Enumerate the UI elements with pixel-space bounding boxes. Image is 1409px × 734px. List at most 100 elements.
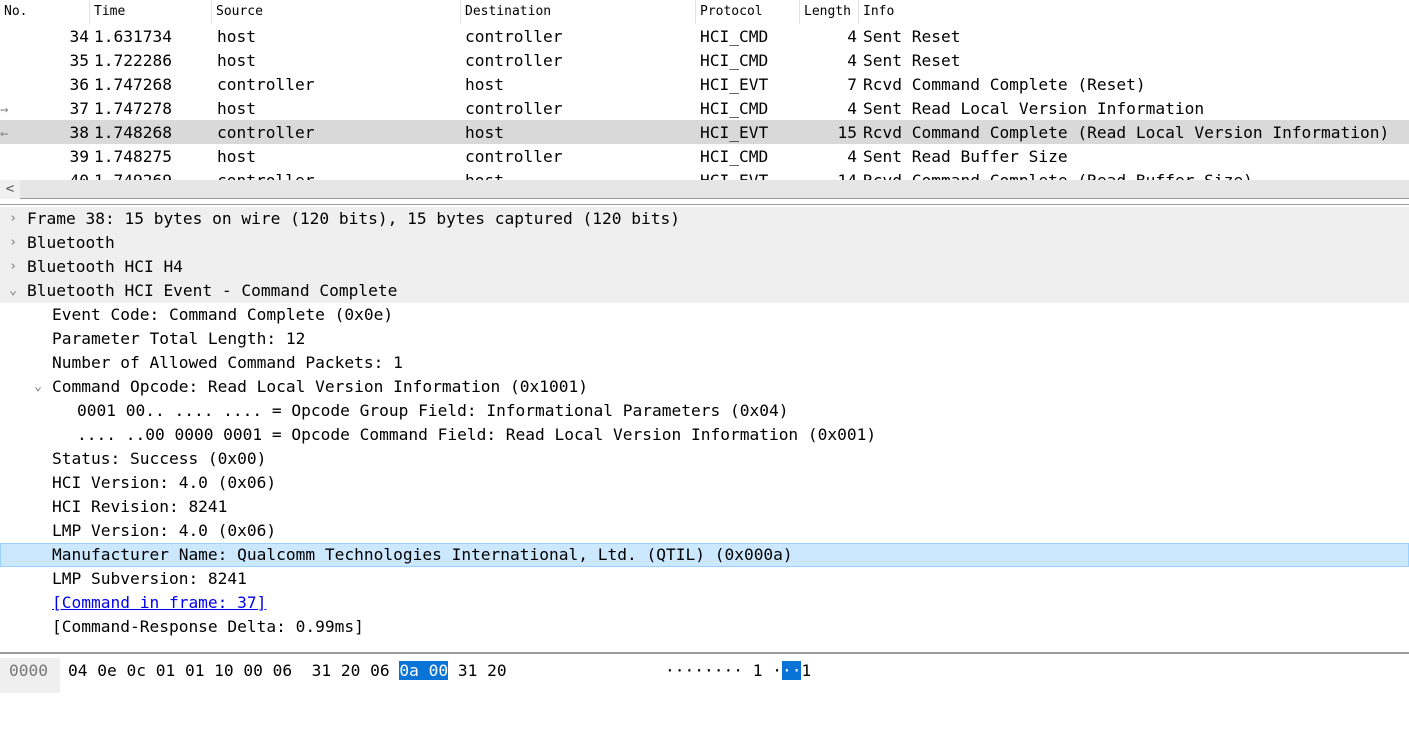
detail-text: Bluetooth [27, 233, 115, 252]
packet-row[interactable]: 36 1.747268 controller host HCI_EVT 7 Rcvd Com… [0, 72, 1409, 96]
collapse-chevron-icon[interactable]: ⌄ [5, 279, 21, 303]
cell-src: controller [217, 170, 315, 181]
detail-row[interactable]: › Bluetooth [0, 231, 1409, 255]
detail-row[interactable]: Parameter Total Length: 12 [0, 327, 1409, 351]
cell-dst: host [465, 122, 504, 142]
packet-row[interactable]: 34 1.631734 host controller HCI_CMD 4 Sent Res… [0, 24, 1409, 48]
hex-bytes-before: 04 0e 0c 01 01 10 00 06 31 20 06 [68, 661, 400, 680]
detail-row[interactable]: Status: Success (0x00) [0, 447, 1409, 471]
hex-ascii[interactable]: ········ 1 ···1 [665, 661, 811, 680]
column-header-info[interactable]: Info [859, 0, 1409, 24]
column-header-time[interactable]: Time [90, 0, 212, 24]
cell-info: Rcvd Command Complete (Read Buffer Size) [863, 170, 1253, 181]
cell-dst: host [465, 170, 504, 181]
detail-text: Number of Allowed Command Packets: 1 [52, 353, 403, 372]
cell-no: 40 [69, 170, 90, 181]
detail-text: Status: Success (0x00) [52, 449, 267, 468]
horizontal-scrollbar[interactable]: < [0, 180, 1409, 199]
cell-time: 1.722286 [94, 50, 172, 70]
detail-row[interactable]: ⌄ Bluetooth HCI Event - Command Complete [0, 279, 1409, 303]
cell-dst: host [465, 74, 504, 94]
cell-dst: controller [465, 50, 563, 70]
hex-bytes-after: 31 20 [448, 661, 507, 680]
detail-row[interactable]: › Frame 38: 15 bytes on wire (120 bits), … [0, 207, 1409, 231]
detail-text: LMP Version: 4.0 (0x06) [52, 521, 277, 540]
cell-len: 4 [847, 26, 857, 46]
cell-info: Sent Reset [863, 26, 961, 46]
detail-text: [Command-Response Delta: 0.99ms] [52, 617, 364, 636]
detail-row[interactable]: HCI Revision: 8241 [0, 495, 1409, 519]
cell-proto: HCI_CMD [700, 50, 769, 70]
cell-proto: HCI_EVT [700, 170, 769, 181]
detail-row[interactable]: [Command-Response Delta: 0.99ms] [0, 615, 1409, 639]
column-header-source[interactable]: Source [212, 0, 461, 24]
detail-row[interactable]: HCI Version: 4.0 (0x06) [0, 471, 1409, 495]
cell-no: 36 [69, 74, 90, 94]
detail-row[interactable]: Event Code: Command Complete (0x0e) [0, 303, 1409, 327]
detail-row[interactable]: [Command in frame: 37] [0, 591, 1409, 615]
frame-link[interactable]: [Command in frame: 37] [52, 591, 266, 615]
packet-details-tree: › Frame 38: 15 bytes on wire (120 bits), … [0, 207, 1409, 639]
packet-list: No. Time Source Destination Protocol Len… [0, 0, 1409, 180]
detail-text: Manufacturer Name: Qualcomm Technologies… [52, 545, 793, 564]
detail-text: .... ..00 0000 0001 = Opcode Command Fie… [77, 425, 877, 444]
pane-splitter[interactable] [0, 204, 1409, 205]
cell-src: host [217, 50, 256, 70]
detail-row[interactable]: Number of Allowed Command Packets: 1 [0, 351, 1409, 375]
request-arrow-icon: → [0, 102, 9, 118]
packet-row[interactable]: → 37 1.747278 host controller HCI_CMD 4 Sent Re… [0, 96, 1409, 120]
cell-time: 1.631734 [94, 26, 172, 46]
packet-list-header: No. Time Source Destination Protocol Len… [0, 0, 1409, 24]
detail-row[interactable]: 0001 00.. .... .... = Opcode Group Field… [0, 399, 1409, 423]
detail-row[interactable]: LMP Version: 4.0 (0x06) [0, 519, 1409, 543]
detail-text: HCI Version: 4.0 (0x06) [52, 473, 277, 492]
cell-time: 1.748268 [94, 122, 172, 142]
packet-row[interactable]: 39 1.748275 host controller HCI_CMD 4 Sent Rea… [0, 144, 1409, 168]
cell-src: host [217, 98, 256, 118]
cell-time: 1.748275 [94, 146, 172, 166]
cell-dst: controller [465, 26, 563, 46]
cell-src: controller [217, 74, 315, 94]
column-header-no[interactable]: No. [0, 0, 90, 24]
cell-info: Sent Read Local Version Information [863, 98, 1205, 118]
cell-info: Rcvd Command Complete (Reset) [863, 74, 1146, 94]
column-header-destination[interactable]: Destination [461, 0, 696, 24]
detail-row[interactable]: › Bluetooth HCI H4 [0, 255, 1409, 279]
cell-proto: HCI_CMD [700, 26, 769, 46]
detail-row[interactable]: LMP Subversion: 8241 [0, 567, 1409, 591]
cell-len: 14 [837, 170, 858, 181]
detail-row[interactable]: Manufacturer Name: Qualcomm Technologies… [0, 543, 1409, 567]
column-header-protocol[interactable]: Protocol [696, 0, 800, 24]
ascii-before: ········ 1 · [665, 661, 782, 680]
packet-row[interactable]: 35 1.722286 host controller HCI_CMD 4 Sent Res… [0, 48, 1409, 72]
cell-no: 34 [69, 26, 90, 46]
expand-chevron-icon[interactable]: › [5, 207, 21, 231]
detail-row[interactable]: ⌄ Command Opcode: Read Local Version Info… [0, 375, 1409, 399]
cell-time: 1.749269 [94, 170, 172, 181]
cell-src: host [217, 26, 256, 46]
expand-chevron-icon[interactable]: › [5, 255, 21, 279]
cell-proto: HCI_EVT [700, 122, 769, 142]
packet-row[interactable]: 40 1.749269 controller host HCI_EVT 14 Rcvd Co… [0, 168, 1409, 181]
detail-text: Frame 38: 15 bytes on wire (120 bits), 1… [27, 209, 680, 228]
cell-len: 4 [847, 146, 857, 166]
column-header-length[interactable]: Length [800, 0, 859, 24]
cell-src: controller [217, 122, 315, 142]
detail-text: 0001 00.. .... .... = Opcode Group Field… [77, 401, 789, 420]
packet-row[interactable]: ← 38 1.748268 controller host HCI_EVT 15 Rcvd C… [0, 120, 1409, 144]
cell-no: 35 [69, 50, 90, 70]
cell-proto: HCI_CMD [700, 98, 769, 118]
collapse-chevron-icon[interactable]: ⌄ [30, 375, 46, 399]
hex-offset: 0000 [0, 658, 60, 693]
pane-splitter[interactable] [0, 652, 1409, 654]
cell-dst: controller [465, 98, 563, 118]
detail-text: Parameter Total Length: 12 [52, 329, 306, 348]
cell-time: 1.747268 [94, 74, 172, 94]
scroll-left-button[interactable]: < [0, 180, 20, 199]
hex-bytes[interactable]: 04 0e 0c 01 01 10 00 06 31 20 06 0a 00 3… [68, 661, 507, 680]
expand-chevron-icon[interactable]: › [5, 231, 21, 255]
packet-bytes-pane: 0000 04 0e 0c 01 01 10 00 06 31 20 06 0a… [0, 658, 1409, 693]
detail-row[interactable]: .... ..00 0000 0001 = Opcode Command Fie… [0, 423, 1409, 447]
detail-text: Bluetooth HCI H4 [27, 257, 183, 276]
hex-bytes-selected: 0a 00 [399, 661, 449, 680]
